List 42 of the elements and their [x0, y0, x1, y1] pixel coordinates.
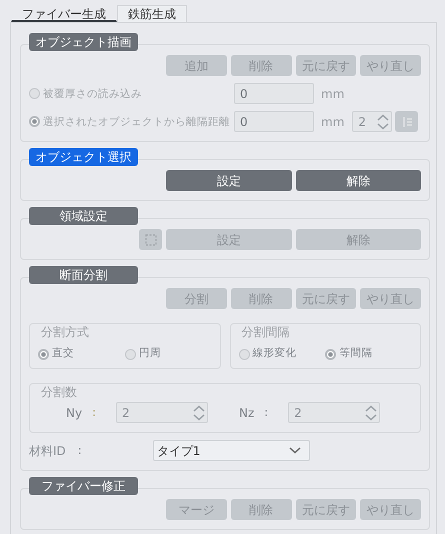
option-label: 被覆厚さの読み込み [43, 88, 142, 100]
action-button[interactable]: 解除 [296, 170, 421, 191]
radio-button[interactable] [238, 348, 250, 360]
field-label: 材料ID [29, 442, 66, 460]
radio-button[interactable] [38, 348, 49, 360]
field-label: Nz [239, 404, 254, 422]
number-spinner[interactable]: 2 [352, 111, 392, 132]
section-header[interactable]: オブジェクト選択 [29, 148, 138, 166]
spin-arrows-icon[interactable] [377, 114, 390, 130]
separator-label: : [78, 442, 83, 460]
unit-label: mm [321, 114, 344, 130]
action-button[interactable]: 設定 [166, 170, 292, 191]
option-label: 選択されたオブジェクトから離隔距離 [43, 116, 230, 128]
tab[interactable]: ファイバー生成 [11, 5, 117, 22]
section-header[interactable]: ファイバー修正 [29, 477, 138, 496]
section-header[interactable]: オブジェクト描画 [29, 33, 138, 51]
number-spinner[interactable]: 2 [288, 402, 380, 424]
section-header[interactable]: 領域設定 [29, 207, 138, 225]
separator-label: : [264, 404, 268, 422]
option-label: 等間隔 [339, 346, 372, 362]
radio-button[interactable] [124, 348, 136, 360]
list-icon [400, 116, 413, 128]
section-header[interactable]: 断面分割 [29, 266, 138, 284]
tab[interactable]: 鉄筋生成 [117, 5, 187, 22]
dashed-square-icon [144, 234, 156, 246]
option-label: 円周 [138, 346, 161, 362]
radio-button[interactable] [29, 116, 40, 127]
list-sort-button[interactable] [395, 111, 418, 132]
spin-arrows-icon[interactable] [365, 404, 377, 421]
unit-label: mm [321, 86, 344, 102]
radio-button[interactable] [29, 88, 40, 99]
group-title: 分割数 [38, 385, 80, 399]
chevron-down-icon [288, 447, 301, 454]
field-label: Ny [66, 404, 82, 422]
material-dropdown[interactable]: タイプ1 [152, 440, 310, 462]
separator-label: : [92, 404, 96, 422]
number-spinner[interactable]: 2 [116, 402, 208, 424]
radio-button[interactable] [325, 348, 336, 360]
select-region-button[interactable] [139, 229, 162, 250]
spin-arrows-icon[interactable] [192, 404, 205, 421]
option-label: 線形変化 [252, 346, 296, 362]
option-label: 直交 [52, 346, 74, 362]
